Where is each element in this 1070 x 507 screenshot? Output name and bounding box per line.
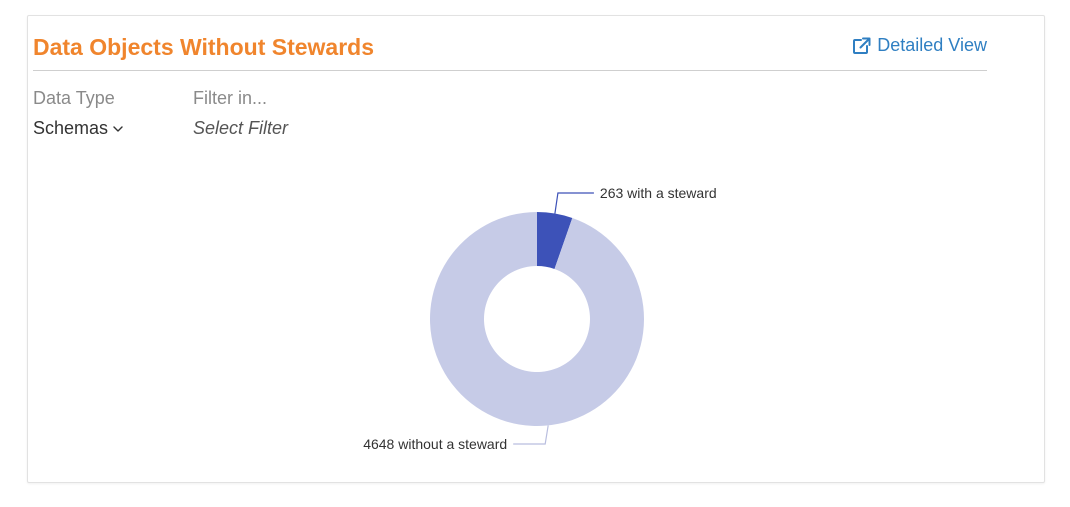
donut-chart: 263 with a steward 4648 without a steward: [363, 185, 717, 452]
donut-chart-area: 263 with a steward 4648 without a steward: [0, 0, 1070, 502]
slice-connector-1: [513, 425, 549, 445]
slice-label-0: 263 with a steward: [600, 185, 717, 201]
slice-connector-0: [554, 192, 594, 214]
donut-slice-1[interactable]: [430, 212, 644, 426]
slice-label-1: 4648 without a steward: [363, 436, 507, 452]
